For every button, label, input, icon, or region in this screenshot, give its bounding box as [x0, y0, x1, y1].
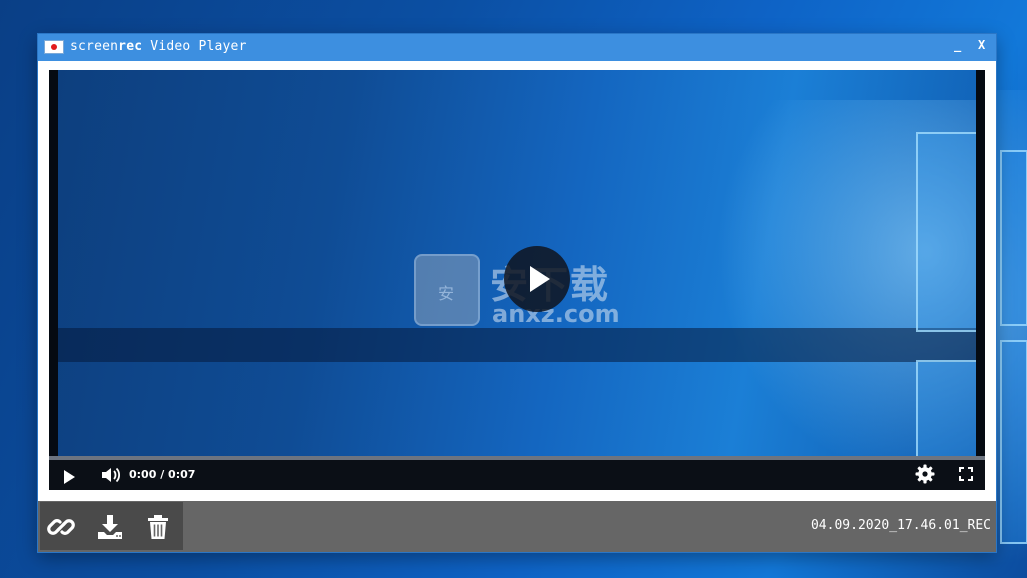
gear-icon[interactable]	[915, 464, 935, 484]
title-suffix: Video Player	[142, 39, 247, 54]
video-window-pane	[916, 360, 976, 456]
video-player[interactable]: 安 安下载 anxz.com 0:00 / 0:07	[49, 70, 985, 490]
desktop-window-pane	[1000, 340, 1027, 544]
trash-icon[interactable]	[144, 513, 172, 541]
control-bar: 0:00 / 0:07	[49, 456, 985, 490]
download-icon[interactable]	[96, 513, 124, 541]
big-play-button[interactable]	[504, 246, 570, 312]
fullscreen-icon[interactable]	[959, 467, 973, 481]
play-icon[interactable]	[64, 470, 75, 484]
screenrec-logo-icon	[44, 40, 64, 54]
volume-icon[interactable]	[101, 466, 121, 484]
watermark-badge: 安	[438, 284, 455, 303]
player-frame: 安 安下载 anxz.com 0:00 / 0:07	[38, 61, 996, 501]
time-display: 0:00 / 0:07	[129, 468, 196, 481]
title-bar[interactable]: screenrec Video Player _ X	[38, 34, 996, 61]
window-title: screenrec Video Player	[70, 39, 247, 54]
progress-bar[interactable]	[49, 456, 985, 460]
bottom-toolbar: 04.09.2020_17.46.01_REC	[38, 501, 996, 552]
video-window-pane	[916, 132, 976, 332]
video-frame[interactable]: 安 安下载 anxz.com	[58, 70, 976, 456]
title-plain: screen	[70, 39, 119, 54]
watermark-bag-icon: 安	[414, 254, 480, 326]
title-bold: rec	[118, 39, 143, 54]
file-name: 04.09.2020_17.46.01_REC	[810, 518, 991, 533]
close-button[interactable]: X	[978, 38, 985, 52]
link-icon[interactable]	[47, 513, 75, 541]
desktop-window-pane	[1000, 150, 1027, 326]
video-player-window: screenrec Video Player _ X 安 安下载 anxz.co…	[38, 34, 996, 552]
minimize-button[interactable]: _	[954, 38, 961, 52]
